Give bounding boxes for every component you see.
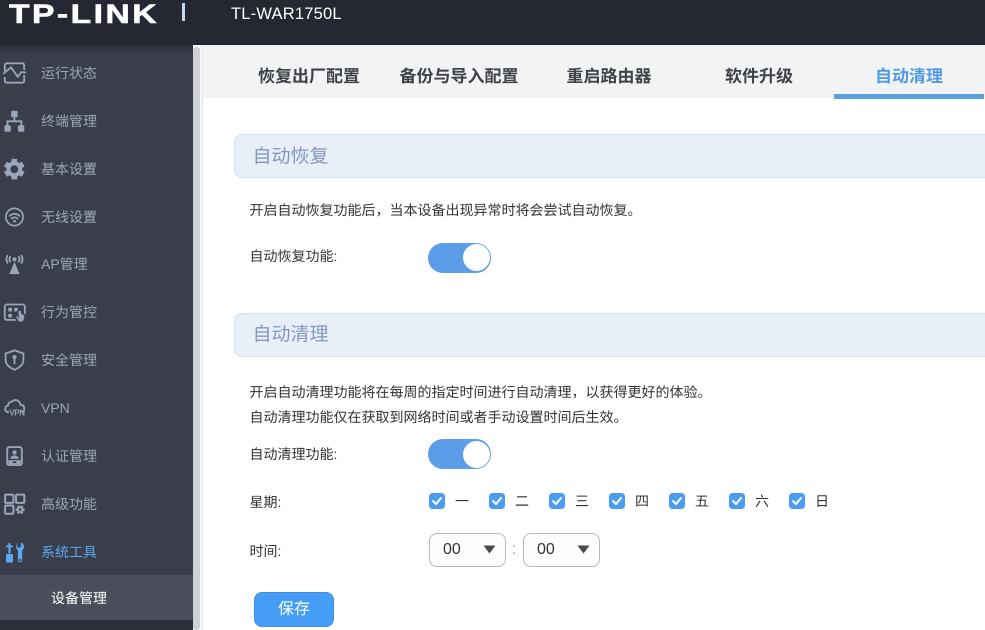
svg-text:VPN: VPN: [9, 408, 25, 417]
